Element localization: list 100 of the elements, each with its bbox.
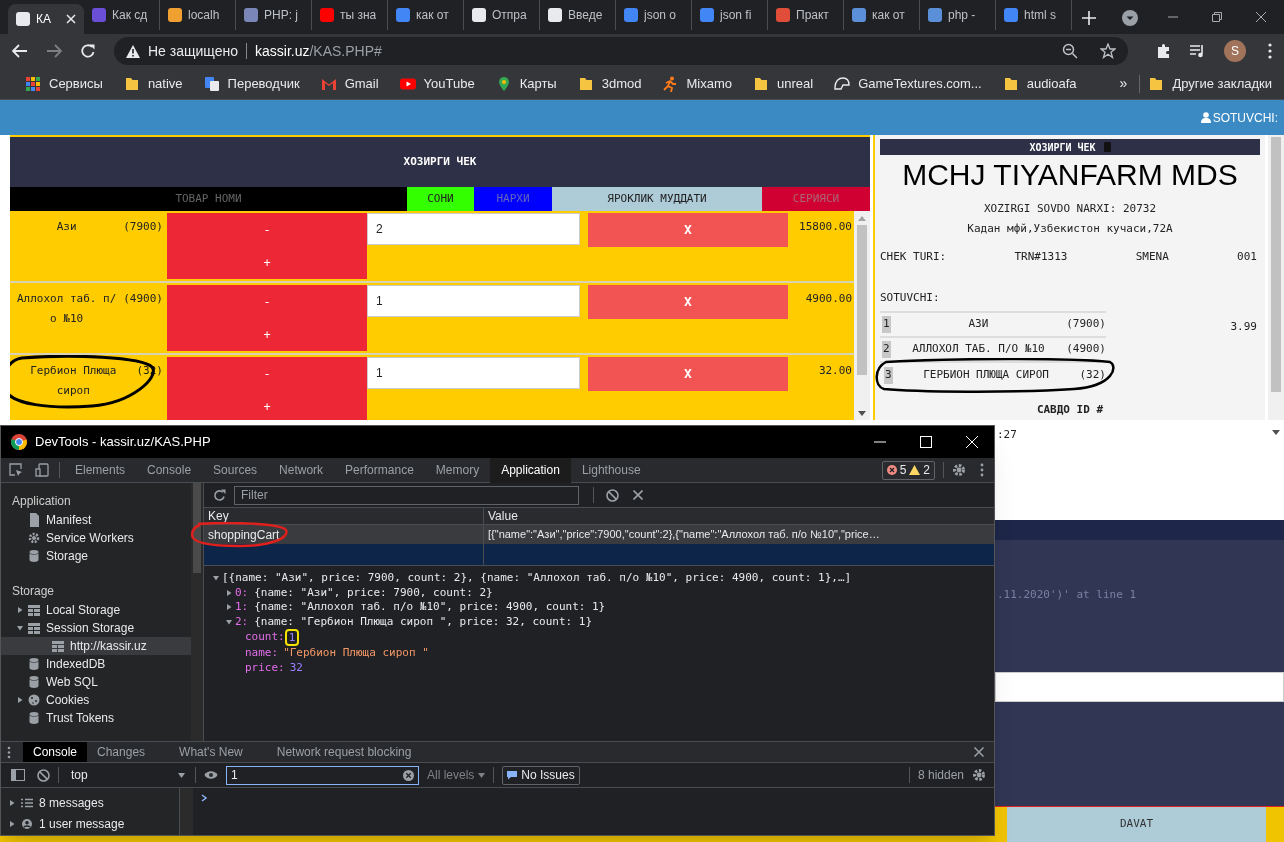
bookmark[interactable]: Gmail <box>315 71 384 96</box>
bookmark[interactable]: native <box>118 71 188 96</box>
collapse-arrow-icon[interactable] <box>17 697 23 703</box>
bookmark[interactable]: Сервисы <box>20 71 108 96</box>
sidebar-item[interactable]: Trust Tokens <box>1 709 191 727</box>
drawer-tab[interactable]: Console <box>23 742 88 762</box>
sidebar-item[interactable]: Service Workers <box>1 529 191 547</box>
bookmark[interactable]: GameTextures.com... <box>829 71 987 96</box>
sidebar-item[interactable]: Manifest <box>1 511 191 529</box>
drawer-tab[interactable]: Network request blocking <box>266 742 422 762</box>
zoom-icon[interactable] <box>1062 43 1078 59</box>
message-group[interactable]: 1 user message <box>1 813 179 835</box>
close-icon[interactable] <box>1256 12 1266 22</box>
clear-all-icon[interactable] <box>37 768 50 782</box>
back-icon[interactable] <box>12 43 28 59</box>
drawer-tab[interactable]: Changes <box>87 742 156 762</box>
expand-arrow-icon[interactable] <box>213 575 219 582</box>
prompt-icon[interactable] <box>201 794 207 802</box>
browser-tab[interactable]: Практ <box>768 0 844 30</box>
scrollbar[interactable] <box>191 483 204 741</box>
count-field[interactable]: 2 <box>367 213 580 245</box>
expand-arrow-icon[interactable] <box>17 625 23 631</box>
settings-icon[interactable] <box>972 768 986 782</box>
scrollbar[interactable] <box>1268 135 1284 420</box>
inspect-icon[interactable] <box>9 463 23 477</box>
browser-tab[interactable]: ты зна <box>312 0 388 30</box>
browser-tab[interactable]: как от <box>844 0 920 30</box>
playlist-icon[interactable] <box>1190 44 1206 58</box>
new-tab-icon[interactable] <box>1082 11 1096 25</box>
browser-tab[interactable]: Введе <box>540 0 616 30</box>
bookmark[interactable]: Карты <box>490 71 562 96</box>
context-selector[interactable]: top <box>67 765 187 785</box>
sidebar-item[interactable]: Storage <box>1 547 191 565</box>
collapse-arrow-icon[interactable] <box>226 589 232 596</box>
delete-icon[interactable] <box>633 490 643 500</box>
browser-tab[interactable]: php - <box>920 0 996 30</box>
more-icon[interactable] <box>980 463 984 477</box>
star-icon[interactable] <box>1100 43 1116 59</box>
bookmark[interactable]: Другие закладки <box>1148 73 1272 94</box>
panel-tab[interactable]: Elements <box>64 457 137 483</box>
clear-icon[interactable] <box>403 769 414 781</box>
browser-tab[interactable]: PHP: j <box>236 0 312 30</box>
scrollbar[interactable] <box>180 788 193 835</box>
plus-button[interactable]: + <box>167 318 367 351</box>
scroll-down-icon[interactable] <box>858 411 866 416</box>
dropdown-icon[interactable] <box>1122 10 1138 26</box>
bookmark[interactable]: 3dmod <box>572 71 647 96</box>
puzzle-icon[interactable] <box>1156 43 1172 59</box>
sidebar-item[interactable]: Session Storage <box>1 619 191 637</box>
avatar[interactable]: S <box>1224 40 1246 62</box>
browser-tab[interactable]: json fi <box>692 0 768 30</box>
scrollbar[interactable] <box>854 211 870 420</box>
davat-button[interactable]: DAVAT <box>1007 807 1266 842</box>
eye-icon[interactable] <box>204 770 218 780</box>
count-field[interactable]: 1 <box>367 357 580 389</box>
panel-tab[interactable]: Lighthouse <box>570 457 652 483</box>
browser-tab[interactable]: html s <box>996 0 1072 30</box>
drawer-tab[interactable]: What's New <box>169 742 253 762</box>
device-icon[interactable] <box>35 463 49 477</box>
collapse-arrow-icon[interactable] <box>17 607 23 613</box>
expand-arrow-icon[interactable] <box>226 618 232 625</box>
plus-button[interactable]: + <box>167 390 367 420</box>
panel-tab[interactable]: Performance <box>334 457 425 483</box>
bookmark[interactable]: unreal <box>748 71 819 96</box>
menu-icon[interactable] <box>1268 43 1272 59</box>
reload-icon[interactable] <box>80 43 96 59</box>
issues-button[interactable]: No Issues <box>502 765 580 785</box>
browser-tab[interactable]: Отпра <box>464 0 540 30</box>
message-group[interactable]: 8 messages <box>1 792 179 814</box>
collapse-arrow-icon[interactable] <box>9 821 15 828</box>
browser-tab[interactable]: как от <box>388 0 464 30</box>
table-row[interactable]: shoppingCart [{"name":"Ази","price":7900,"count":2},{"name":"Аллохол таб. п/о №10","price… <box>204 525 994 544</box>
maximize-icon[interactable] <box>920 436 932 448</box>
sidebar-toggle-icon[interactable] <box>11 769 25 781</box>
clear-all-icon[interactable] <box>606 488 619 502</box>
sidebar-item[interactable]: http://kassir.uz <box>1 637 191 655</box>
minus-button[interactable]: - <box>167 285 367 318</box>
sidebar-item[interactable]: Cookies <box>1 691 191 709</box>
plus-button[interactable]: + <box>167 246 367 279</box>
browser-tab[interactable]: localh <box>160 0 236 30</box>
console-filter-field[interactable]: 1 <box>226 765 419 785</box>
collapse-arrow-icon[interactable] <box>9 799 15 806</box>
sidebar-item[interactable]: Web SQL <box>1 673 191 691</box>
restore-icon[interactable] <box>1212 12 1222 22</box>
browser-tab[interactable]: КА <box>8 4 84 34</box>
bookmark[interactable]: YouTube <box>394 71 480 96</box>
panel-tab[interactable]: Memory <box>424 457 491 483</box>
count-field[interactable]: 1 <box>367 285 580 317</box>
more-icon[interactable] <box>7 745 11 759</box>
bookmark[interactable]: audioafa <box>997 71 1082 96</box>
sidebar-item[interactable]: IndexedDB <box>1 655 191 673</box>
issues-badge[interactable]: 5 2 <box>881 460 935 480</box>
filter-field[interactable]: Filter <box>234 485 579 505</box>
sidebar-item[interactable]: Local Storage <box>1 601 191 619</box>
minus-button[interactable]: - <box>167 213 367 246</box>
panel-tab[interactable]: Application <box>490 457 571 483</box>
panel-tab[interactable]: Console <box>136 457 203 483</box>
bookmark[interactable]: Mixamo <box>657 71 737 96</box>
panel-tab[interactable]: Sources <box>202 457 269 483</box>
levels-dropdown[interactable]: All levels <box>427 766 486 784</box>
